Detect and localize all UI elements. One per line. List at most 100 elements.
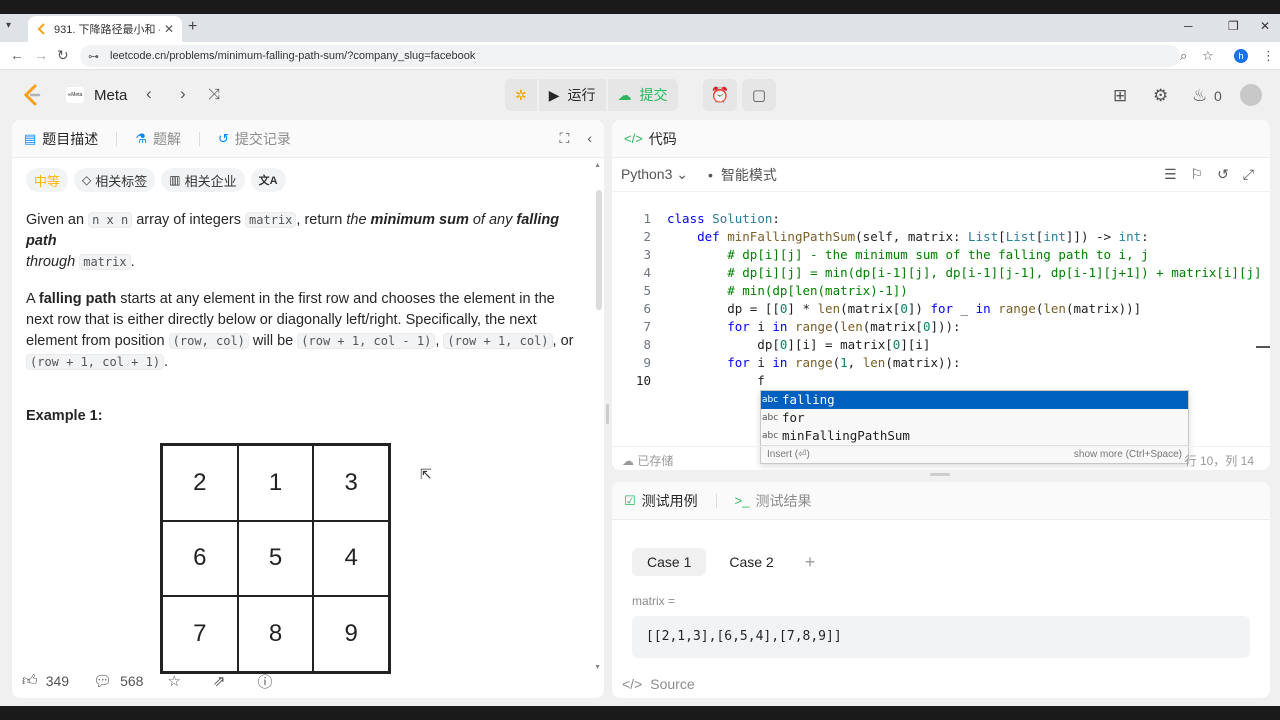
code-line: 9 for i in range(1, len(matrix)):: [643, 355, 961, 370]
tab-test-result[interactable]: >_ 测试结果: [735, 491, 812, 511]
next-problem-icon[interactable]: ›: [180, 84, 186, 104]
help-icon: ⓘ: [257, 673, 273, 691]
comment-icon: 💬︎: [93, 673, 113, 690]
mouse-cursor-icon: ⇱: [420, 466, 432, 482]
tab-separator: [116, 131, 118, 146]
bookmark-star-icon[interactable]: ☆: [1202, 48, 1214, 64]
translate-button[interactable]: 文A: [250, 168, 286, 192]
url-field[interactable]: ⊶ leetcode.cn/problems/minimum-falling-p…: [80, 45, 1180, 67]
fire-icon[interactable]: ♨: [1192, 86, 1207, 106]
case-1-tab[interactable]: Case 1: [632, 548, 707, 576]
minimize-icon[interactable]: ─: [1184, 19, 1193, 33]
notes-button[interactable]: ▢: [742, 79, 776, 111]
favorite-button[interactable]: ☆: [167, 672, 188, 690]
leetcode-logo-icon[interactable]: [22, 84, 42, 106]
matrix-cell: 3: [313, 445, 389, 521]
tab-solutions[interactable]: ⚗ 题解: [135, 129, 181, 149]
back-icon[interactable]: ←: [10, 47, 24, 63]
param-input[interactable]: [[2,1,3],[6,5,4],[7,8,9]]: [632, 616, 1250, 658]
timer-button[interactable]: ⏰: [703, 79, 737, 111]
reset-code-icon[interactable]: ↺: [1217, 166, 1229, 183]
tab-testcase[interactable]: ☑ 测试用例: [624, 491, 698, 511]
submit-label: 提交: [639, 87, 668, 103]
layout-icon[interactable]: ⊞: [1113, 86, 1127, 106]
collapse-panel-icon[interactable]: ‹: [587, 130, 592, 147]
description-scrollbar[interactable]: [596, 190, 602, 310]
browser-tabstrip: ▾ 931. 下降路径最小和 - 力扣（L ✕ + ─ ❐ ✕: [0, 14, 1280, 42]
restore-icon[interactable]: ❐: [1228, 19, 1239, 33]
bookmark-icon[interactable]: ⚐: [1191, 166, 1204, 183]
shuffle-icon[interactable]: ⤨: [208, 86, 220, 103]
description-tabs: ▤ 题目描述 ⚗ 题解 ↺ 提交记录 ⛶ ‹: [12, 120, 604, 158]
related-tags-button[interactable]: ◇ 相关标签: [74, 168, 156, 192]
comments-button[interactable]: 💬︎ 568: [93, 672, 143, 690]
user-avatar[interactable]: [1240, 84, 1262, 106]
code-line: 7 for i in range(len(matrix[0])):: [643, 319, 961, 334]
smart-mode-toggle[interactable]: 智能模式: [708, 165, 777, 185]
share-icon: ⇗: [212, 673, 226, 690]
description-footer: 👍︎ 349 💬︎ 568 ☆ ⇗ ⓘ: [12, 664, 604, 698]
leetcode-favicon-icon: [37, 23, 45, 35]
alarm-clock-icon: ⏰: [710, 87, 730, 104]
debug-button[interactable]: ✲: [505, 79, 537, 111]
matrix-cell: 7: [162, 596, 238, 672]
run-submit-group: ✲ ▶ 运行 ☁ 提交: [505, 79, 678, 111]
company-name[interactable]: Meta: [94, 87, 127, 104]
description-panel: ▤ 题目描述 ⚗ 题解 ↺ 提交记录 ⛶ ‹ 中等 ◇ 相关标签 ▥ 相关企业 文A Gi…: [12, 120, 604, 698]
tab-code[interactable]: </> 代码: [624, 129, 677, 149]
settings-gear-icon[interactable]: ⚙: [1153, 86, 1168, 106]
tab-separator: [198, 131, 200, 146]
site-info-icon[interactable]: ⊶: [88, 50, 100, 63]
related-tags-label: 相关标签: [95, 173, 148, 189]
zoom-icon[interactable]: ⌕: [1180, 48, 1187, 64]
help-button[interactable]: ⓘ: [257, 671, 280, 692]
case-2-tab[interactable]: Case 2: [714, 548, 788, 576]
cloud-upload-icon: ☁: [617, 86, 632, 103]
tab-search-icon[interactable]: ▾: [6, 20, 11, 31]
scroll-up-icon[interactable]: ▲: [594, 162, 601, 169]
run-button[interactable]: ▶ 运行: [538, 79, 606, 111]
like-button[interactable]: 👍︎ 349: [22, 672, 69, 690]
chevron-down-icon: ⌄: [676, 166, 688, 182]
document-icon: ▤: [24, 130, 37, 146]
description-paragraph-1: Given an n x n array of integers matrix,…: [26, 212, 560, 270]
source-button[interactable]: </> Source: [622, 670, 695, 698]
format-icon[interactable]: ☰: [1164, 166, 1177, 183]
fullscreen-icon[interactable]: ⛶: [560, 130, 570, 147]
tab-close-icon[interactable]: ✕: [164, 22, 174, 36]
comment-count: 568: [120, 673, 144, 689]
suggestion-item[interactable]: abc for: [761, 409, 1188, 427]
thumbs-up-icon: 👍︎: [22, 672, 38, 689]
matrix-cell: 8: [237, 596, 314, 672]
case-tabs: Case 1 Case 2 +: [632, 548, 815, 576]
related-companies-label: 相关企业: [184, 173, 237, 189]
browser-tab[interactable]: 931. 下降路径最小和 - 力扣（L ✕: [28, 16, 182, 42]
horizontal-resize-handle[interactable]: [930, 473, 950, 476]
share-button[interactable]: ⇗: [213, 672, 234, 690]
tab-submissions[interactable]: ↺ 提交记录: [218, 129, 291, 149]
language-select[interactable]: Python3 ⌄: [621, 166, 688, 183]
related-companies-button[interactable]: ▥ 相关企业: [161, 168, 245, 192]
profile-avatar[interactable]: h: [1234, 49, 1248, 63]
code-line: 6 dp = [[0] * len(matrix[0]) for _ in ra…: [643, 301, 1142, 316]
browser-menu-icon[interactable]: ⋮: [1262, 48, 1275, 64]
new-tab-icon[interactable]: +: [188, 18, 197, 36]
testcase-panel: ☑ 测试用例 >_ 测试结果 Case 1 Case 2 + matrix = [[…: [612, 482, 1270, 698]
tab-code-label: 代码: [648, 130, 677, 147]
close-window-icon[interactable]: ✕: [1260, 19, 1270, 33]
prev-problem-icon[interactable]: ‹: [146, 84, 152, 104]
add-case-icon[interactable]: +: [805, 552, 816, 573]
expand-icon[interactable]: ⤢: [1243, 166, 1254, 183]
submit-button[interactable]: ☁ 提交: [607, 79, 678, 111]
saved-label: 已存储: [637, 454, 674, 468]
tab-description[interactable]: ▤ 题目描述: [24, 129, 98, 149]
suggestion-item[interactable]: abc falling: [761, 391, 1188, 409]
vertical-resize-handle[interactable]: [606, 404, 609, 424]
reload-icon[interactable]: ↻: [57, 47, 69, 64]
suggestion-item[interactable]: abc minFallingPathSum: [761, 427, 1188, 445]
meta-logo-badge: ∞Meta: [66, 87, 84, 103]
flask-icon: ⚗: [135, 130, 147, 146]
browser-window: ▾ 931. 下降路径最小和 - 力扣（L ✕ + ─ ❐ ✕ ← → ↻ ⊶ …: [0, 14, 1280, 706]
forward-icon[interactable]: →: [34, 47, 48, 63]
suggestion-label: for: [782, 410, 805, 425]
